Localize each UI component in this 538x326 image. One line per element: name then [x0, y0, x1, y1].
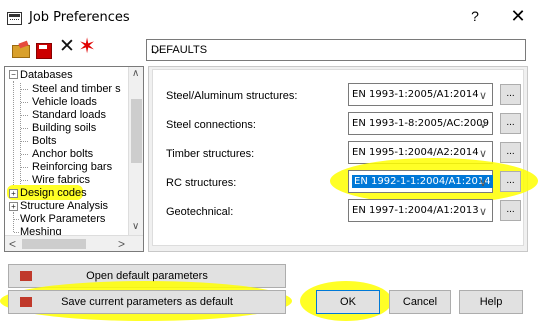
preset-combobox[interactable]: DEFAULTS ⌵	[146, 39, 526, 61]
cancel-button[interactable]: Cancel	[389, 290, 451, 314]
steel-connections-browse-button[interactable]: ...	[500, 113, 521, 134]
timber-structures-label: Timber structures:	[166, 148, 255, 160]
steel-connections-code-value: EN 1993-1-8:2005/AC:2009	[352, 118, 490, 129]
geotechnical-label: Geotechnical:	[166, 206, 234, 218]
geotechnical-code-value: EN 1997-1:2004/A1:2013	[352, 205, 479, 216]
timber-browse-button[interactable]: ...	[500, 142, 521, 163]
scroll-down-icon[interactable]: ∨	[132, 221, 139, 232]
window-title: Job Preferences	[29, 10, 130, 25]
ok-button[interactable]: OK	[316, 290, 380, 314]
scroll-thumb[interactable]	[131, 99, 142, 163]
timber-code-value: EN 1995-1:2004/A2:2014	[352, 147, 479, 158]
save-current-parameters-label: Save current parameters as default	[61, 296, 233, 308]
tree-item-structure-analysis[interactable]: Structure Analysis	[20, 200, 108, 212]
close-button[interactable]: ✕	[506, 6, 530, 30]
steel-connections-code-select[interactable]: EN 1993-1-8:2005/AC:2009 ∨	[348, 112, 493, 135]
help-title-button[interactable]: ?	[466, 8, 484, 28]
expand-icon[interactable]: +	[9, 189, 18, 198]
title-bar: Job Preferences ? ✕	[0, 0, 538, 38]
tree-item-building-soils[interactable]: Building soils	[32, 122, 96, 134]
delete-icon[interactable]: ✕	[58, 37, 76, 56]
new-preset-icon[interactable]: ✶	[78, 36, 96, 57]
steel-aluminum-code-value: EN 1993-1:2005/A1:2014	[352, 89, 479, 100]
rc-code-select[interactable]: EN 1992-1-1:2004/A1:2014 ∨	[348, 170, 493, 193]
chevron-down-icon: ∨	[478, 148, 487, 160]
tree-item-anchor-bolts[interactable]: Anchor bolts	[32, 148, 93, 160]
scroll-thumb[interactable]	[22, 239, 86, 249]
geotechnical-code-select[interactable]: EN 1997-1:2004/A1:2013 ∨	[348, 199, 493, 222]
chevron-down-icon: ∨	[478, 119, 487, 131]
open-folder-icon[interactable]	[12, 42, 30, 58]
tree-item-databases[interactable]: Databases	[20, 69, 73, 81]
tree-horizontal-scrollbar[interactable]: < >	[5, 235, 143, 251]
tree-item-steel-timber[interactable]: Steel and timber s	[32, 83, 121, 95]
expand-icon[interactable]: +	[9, 202, 18, 211]
scroll-right-icon[interactable]: >	[118, 237, 125, 251]
tree-vertical-scrollbar[interactable]: ∧ ∨	[128, 67, 143, 235]
chevron-down-icon: ∨	[478, 177, 487, 189]
tree-item-reinforcing-bars[interactable]: Reinforcing bars	[32, 161, 112, 173]
job-preferences-icon	[7, 12, 22, 25]
steel-connections-label: Steel connections:	[166, 119, 256, 131]
chevron-down-icon: ∨	[478, 90, 487, 102]
tree-item-work-parameters[interactable]: Work Parameters	[20, 213, 105, 225]
steel-aluminum-label: Steel/Aluminum structures:	[166, 90, 298, 102]
scroll-left-icon[interactable]: <	[9, 237, 16, 251]
save-icon[interactable]	[35, 42, 53, 59]
open-defaults-icon	[20, 271, 32, 281]
category-tree[interactable]: − Databases Steel and timber s Vehicle l…	[4, 66, 144, 252]
save-current-parameters-button[interactable]: Save current parameters as default	[8, 290, 286, 314]
chevron-down-icon: ⌵	[151, 43, 161, 57]
rc-structures-label: RC structures:	[166, 177, 237, 189]
tree-item-standard-loads[interactable]: Standard loads	[32, 109, 106, 121]
help-button[interactable]: Help	[459, 290, 523, 314]
geotechnical-browse-button[interactable]: ...	[500, 200, 521, 221]
tree-item-design-codes[interactable]: Design codes	[20, 187, 87, 199]
rc-browse-button[interactable]: ...	[500, 171, 521, 192]
steel-aluminum-code-select[interactable]: EN 1993-1:2005/A1:2014 ∨	[348, 83, 493, 106]
chevron-down-icon: ∨	[478, 206, 487, 218]
save-defaults-icon	[20, 297, 32, 307]
rc-code-value: EN 1992-1-1:2004/A1:2014	[352, 175, 493, 188]
tree-item-vehicle-loads[interactable]: Vehicle loads	[32, 96, 97, 108]
collapse-icon[interactable]: −	[9, 70, 18, 79]
tree-item-bolts[interactable]: Bolts	[32, 135, 56, 147]
steel-aluminum-browse-button[interactable]: ...	[500, 84, 521, 105]
scroll-up-icon[interactable]: ∧	[132, 68, 139, 79]
